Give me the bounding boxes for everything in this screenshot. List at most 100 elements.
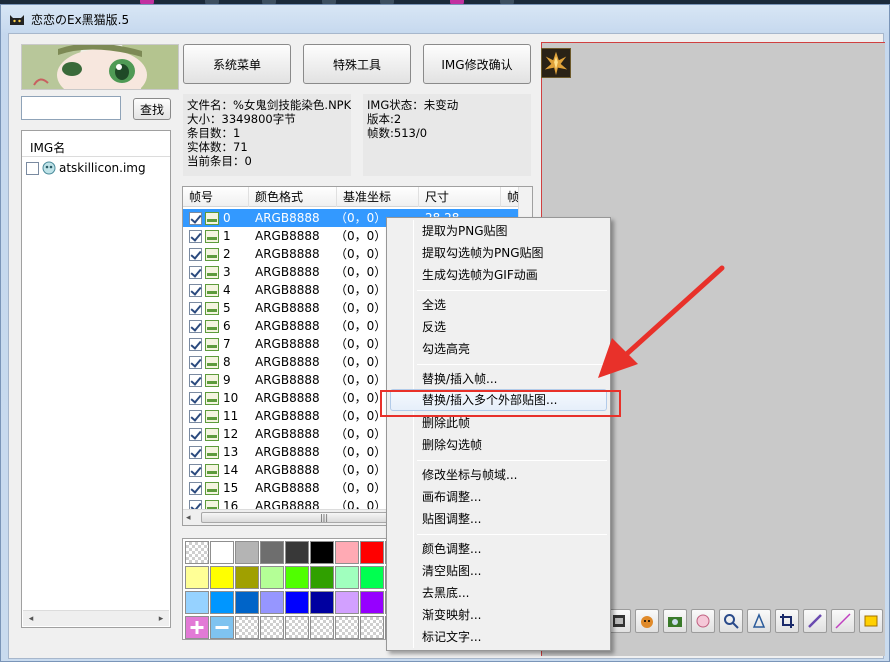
color-swatch[interactable] bbox=[235, 541, 259, 564]
brush-icon[interactable] bbox=[747, 609, 771, 633]
frame-base-coord: （0，0） bbox=[335, 247, 387, 261]
transparent-swatch[interactable] bbox=[310, 616, 334, 639]
img-item-checkbox[interactable] bbox=[26, 161, 39, 175]
transparent-swatch[interactable] bbox=[285, 616, 309, 639]
frame-checkbox[interactable] bbox=[189, 410, 202, 423]
frame-image-icon bbox=[205, 212, 219, 225]
menu-item-replace-insert-frame[interactable]: 替换/插入帧... bbox=[390, 368, 607, 390]
col-size[interactable]: 尺寸 bbox=[419, 187, 501, 207]
color-swatch[interactable] bbox=[210, 541, 234, 564]
context-menu: 提取为PNG贴图 提取勾选帧为PNG贴图 生成勾选帧为GIF动画 全选 反选 勾… bbox=[386, 217, 611, 651]
transparent-swatch[interactable] bbox=[360, 616, 384, 639]
frame-checkbox[interactable] bbox=[189, 464, 202, 477]
menu-item-remove-black[interactable]: 去黑底... bbox=[390, 582, 607, 604]
color-swatch[interactable] bbox=[260, 591, 284, 614]
frame-color-format: ARGB8888 bbox=[255, 355, 320, 369]
transparent-swatch[interactable] bbox=[260, 616, 284, 639]
col-base-coord[interactable]: 基准坐标 bbox=[337, 187, 419, 207]
frame-number: 8 bbox=[223, 355, 231, 369]
color-swatch[interactable] bbox=[285, 591, 309, 614]
crop-icon[interactable] bbox=[775, 609, 799, 633]
frame-checkbox[interactable] bbox=[189, 392, 202, 405]
frame-image-icon bbox=[205, 374, 219, 387]
menu-item-check-highlighted[interactable]: 勾选高亮 bbox=[390, 338, 607, 360]
menu-item-clear-texture[interactable]: 清空贴图... bbox=[390, 560, 607, 582]
color-swatch[interactable] bbox=[310, 566, 334, 589]
frame-image-icon bbox=[205, 446, 219, 459]
color-swatch[interactable] bbox=[285, 566, 309, 589]
color-swatch[interactable] bbox=[335, 566, 359, 589]
frame-number: 6 bbox=[223, 319, 231, 333]
flower-icon[interactable] bbox=[691, 609, 715, 633]
menu-item-generate-gif[interactable]: 生成勾选帧为GIF动画 bbox=[390, 264, 607, 286]
col-frame-no[interactable]: 帧号 bbox=[183, 187, 249, 207]
frame-checkbox[interactable] bbox=[189, 230, 202, 243]
color-swatch[interactable] bbox=[210, 591, 234, 614]
color-swatch[interactable] bbox=[360, 566, 384, 589]
frame-checkbox[interactable] bbox=[189, 212, 202, 225]
img-list-item[interactable]: atskillicon.img bbox=[26, 159, 170, 177]
line-icon[interactable] bbox=[831, 609, 855, 633]
search-button[interactable]: 查找 bbox=[133, 98, 171, 120]
color-swatch[interactable] bbox=[235, 566, 259, 589]
color-swatch[interactable] bbox=[185, 591, 209, 614]
transparent-swatch[interactable] bbox=[335, 616, 359, 639]
img-list[interactable]: IMG名 atskillicon.img ◂ ▸ bbox=[21, 130, 171, 628]
color-swatch[interactable] bbox=[185, 566, 209, 589]
color-swatch[interactable] bbox=[335, 591, 359, 614]
remove-color-icon[interactable] bbox=[210, 616, 234, 639]
system-menu-button[interactable]: 系统菜单 bbox=[183, 44, 291, 84]
magnifier-icon[interactable] bbox=[719, 609, 743, 633]
color-swatch[interactable] bbox=[210, 566, 234, 589]
color-swatch[interactable] bbox=[310, 541, 334, 564]
frame-checkbox[interactable] bbox=[189, 374, 202, 387]
frame-checkbox[interactable] bbox=[189, 338, 202, 351]
frame-checkbox[interactable] bbox=[189, 446, 202, 459]
menu-item-invert-selection[interactable]: 反选 bbox=[390, 316, 607, 338]
scroll-right-arrow-icon[interactable]: ▸ bbox=[153, 611, 169, 627]
color-swatch[interactable] bbox=[260, 566, 284, 589]
color-swatch[interactable] bbox=[235, 591, 259, 614]
color-swatch[interactable] bbox=[360, 541, 384, 564]
img-list-hscrollbar[interactable]: ◂ ▸ bbox=[23, 610, 169, 626]
transparent-swatch[interactable] bbox=[185, 541, 209, 564]
color-swatch[interactable] bbox=[335, 541, 359, 564]
file-info-line: 文件名：%女鬼剑技能染色.NPK bbox=[187, 98, 351, 112]
menu-item-extract-checked-png[interactable]: 提取勾选帧为PNG贴图 bbox=[390, 242, 607, 264]
menu-item-modify-coords[interactable]: 修改坐标与帧域... bbox=[390, 464, 607, 486]
pencil-icon[interactable] bbox=[803, 609, 827, 633]
menu-item-select-all[interactable]: 全选 bbox=[390, 294, 607, 316]
rectangle-icon[interactable] bbox=[859, 609, 883, 633]
scroll-left-arrow-icon[interactable]: ◂ bbox=[186, 510, 191, 525]
color-swatch[interactable] bbox=[360, 591, 384, 614]
color-palette[interactable] bbox=[182, 538, 409, 640]
col-color-format[interactable]: 颜色格式 bbox=[249, 187, 337, 207]
menu-item-texture-adjust[interactable]: 贴图调整... bbox=[390, 508, 607, 530]
frame-checkbox[interactable] bbox=[189, 284, 202, 297]
transparent-swatch[interactable] bbox=[235, 616, 259, 639]
menu-item-mark-text[interactable]: 标记文字... bbox=[390, 626, 607, 648]
frame-checkbox[interactable] bbox=[189, 302, 202, 315]
menu-item-gradient-map[interactable]: 渐变映射... bbox=[390, 604, 607, 626]
color-swatch[interactable] bbox=[260, 541, 284, 564]
search-input[interactable] bbox=[21, 96, 121, 120]
file-info-line: 条目数：1 bbox=[187, 126, 241, 140]
color-swatch[interactable] bbox=[285, 541, 309, 564]
frame-checkbox[interactable] bbox=[189, 356, 202, 369]
scroll-left-arrow-icon[interactable]: ◂ bbox=[23, 611, 39, 627]
add-color-icon[interactable] bbox=[185, 616, 209, 639]
menu-item-delete-checked[interactable]: 删除勾选帧 bbox=[390, 434, 607, 456]
frame-checkbox[interactable] bbox=[189, 428, 202, 441]
menu-item-extract-png[interactable]: 提取为PNG贴图 bbox=[390, 220, 607, 242]
img-confirm-button[interactable]: IMG修改确认 bbox=[423, 44, 531, 84]
camera-icon[interactable] bbox=[663, 609, 687, 633]
frame-checkbox[interactable] bbox=[189, 482, 202, 495]
frame-checkbox[interactable] bbox=[189, 248, 202, 261]
menu-item-color-adjust[interactable]: 颜色调整... bbox=[390, 538, 607, 560]
frame-checkbox[interactable] bbox=[189, 320, 202, 333]
dog-icon[interactable] bbox=[635, 609, 659, 633]
color-swatch[interactable] bbox=[310, 591, 334, 614]
special-tools-button[interactable]: 特殊工具 bbox=[303, 44, 411, 84]
frame-checkbox[interactable] bbox=[189, 266, 202, 279]
menu-item-canvas-adjust[interactable]: 画布调整... bbox=[390, 486, 607, 508]
